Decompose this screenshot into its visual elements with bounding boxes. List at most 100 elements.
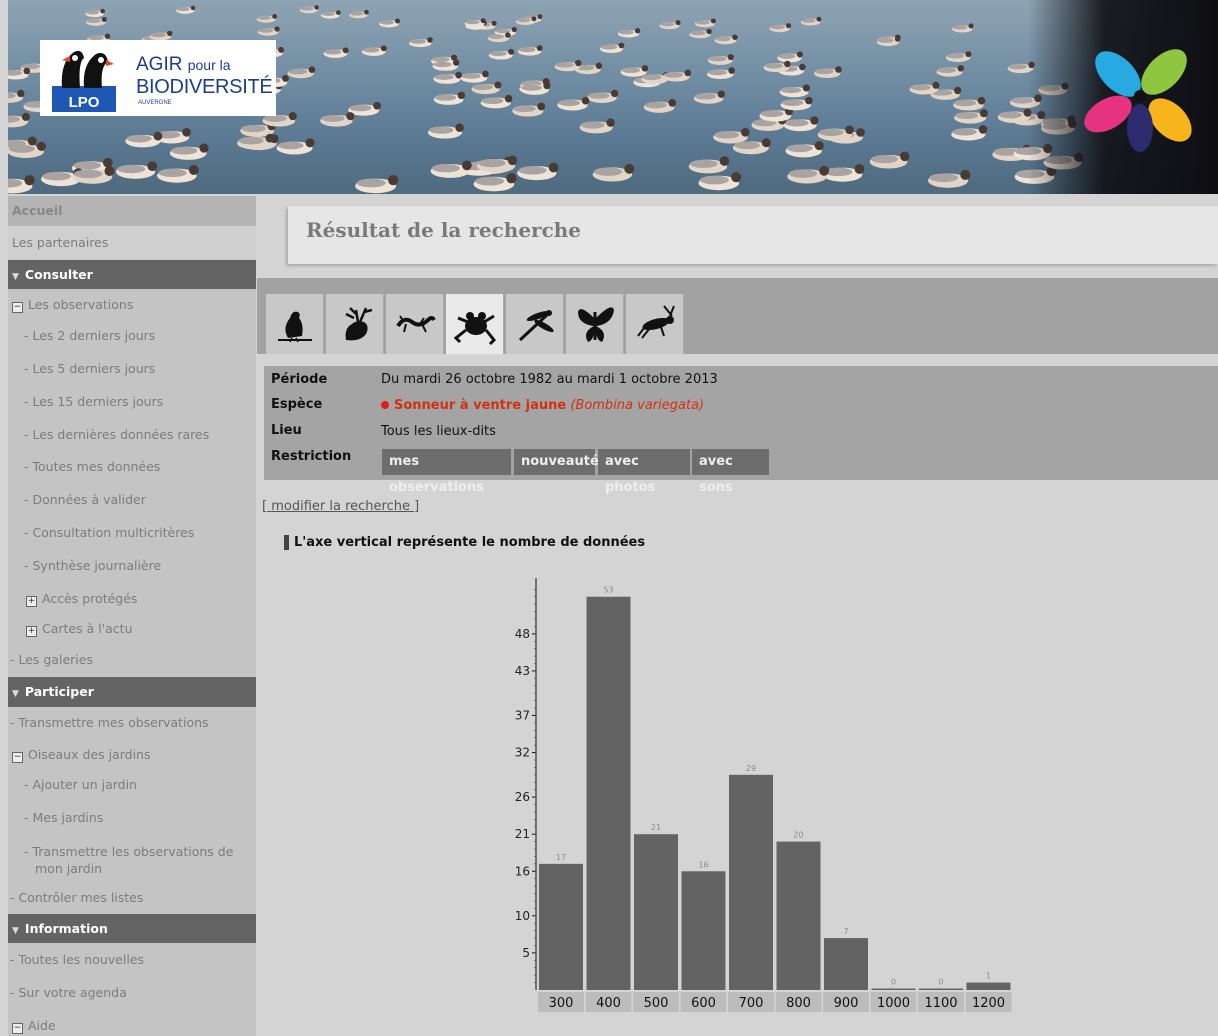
expand-plus-icon[interactable]: + [26,626,37,637]
collapse-minus-icon[interactable]: − [12,302,23,313]
data-label: 0 [938,978,943,987]
nav-transmettre-jardin[interactable]: - Transmettre les observations de mon jar… [8,843,256,879]
x-tick-label: 800 [786,996,811,1011]
espece-value[interactable]: Sonneur à ventre jaune (Bombina variegat… [381,398,704,413]
nav-observations-label: Les observations [28,297,134,312]
nav-15-jours[interactable]: - Les 15 derniers jours [8,394,256,412]
frog-icon [454,312,496,346]
y-tick-label: 5 [522,946,530,960]
tab-birds[interactable] [266,294,324,354]
bar [966,982,1011,990]
tab-butterflies[interactable] [566,294,624,354]
section-information[interactable]: ▼ Information [8,914,256,943]
modify-search-link[interactable]: [ modifier la recherche ] [262,499,419,514]
modify-search-label: modifier la recherche [271,499,410,514]
bar [539,863,583,990]
nav-agenda[interactable]: - Sur votre agenda [8,985,256,1003]
restriction-nouveaute[interactable]: nouveauté [514,449,599,475]
red-dot-icon [381,401,389,409]
nav-partenaires[interactable]: Les partenaires [8,226,256,259]
nav-transmettre-jardin-line1: - Transmettre les observations de [24,844,234,859]
restriction-avec-photos[interactable]: avec photos [598,449,690,495]
nav-mes-donnees[interactable]: - Toutes mes données [8,459,256,477]
nav-acces-proteges[interactable]: + Accès protégés [8,591,256,609]
nav-aide[interactable]: − Aide [8,1018,256,1036]
butterfly-icon [578,307,614,342]
restriction-avec-sons[interactable]: avec sons [692,449,769,495]
chart-heading: L'axe vertical représente le nombre de d… [284,535,645,550]
logo-agir-line: AGIR pour la [136,54,231,76]
triangle-down-icon: ▼ [12,272,19,282]
page-title: Résultat de la recherche [306,218,582,242]
logo-biodiversite: BIODIVERSITÉ [136,76,273,98]
y-tick-label: 48 [515,627,530,641]
nav-aide-label: Aide [28,1018,56,1033]
puffin-logo-icon: LPO [48,42,120,114]
nav-5-jours[interactable]: - Les 5 derniers jours [8,361,256,379]
dragonfly-icon [518,310,554,342]
nav-acces-proteges-label: Accès protégés [42,591,138,606]
site-logo[interactable]: LPO AGIR pour la BIODIVERSITÉ AUVERGNE [40,40,276,116]
nav-transmettre[interactable]: - Transmettre mes observations [8,715,256,733]
y-tick-label: 43 [515,664,530,678]
nav-2-jours[interactable]: - Les 2 derniers jours [8,328,256,346]
grasshopper-icon [637,305,675,339]
nav-accueil[interactable]: Accueil [8,196,256,226]
x-tick-label: 1000 [877,996,910,1011]
nav-multicriteres[interactable]: - Consultation multicritères [8,525,256,543]
collapse-minus-icon[interactable]: − [12,752,23,763]
nav-donnees-rares[interactable]: - Les dernières données rares [8,427,256,445]
bar [586,596,631,990]
tab-orthoptera[interactable] [626,294,684,354]
data-label: 7 [843,927,848,936]
expand-plus-icon[interactable]: + [26,596,37,607]
x-tick-label: 400 [596,996,621,1011]
x-tick-label: 300 [549,996,574,1011]
data-label: 29 [746,764,756,773]
header-banner: LPO AGIR pour la BIODIVERSITÉ AUVERGNE [8,0,1218,194]
bar [681,871,726,990]
tab-odonata[interactable] [506,294,564,354]
bar [634,834,678,990]
nav-oiseaux-jardins[interactable]: − Oiseaux des jardins [8,747,256,765]
restriction-label: Restriction [271,449,352,464]
section-consulter[interactable]: ▼ Consulter [8,260,256,289]
section-participer[interactable]: ▼ Participer [8,677,256,707]
logo-region: AUVERGNE [138,100,172,106]
lieu-value: Tous les lieux-dits [381,424,496,439]
tab-amphibians[interactable] [446,294,504,354]
data-label: 1 [986,972,991,981]
tab-mammals[interactable] [326,294,384,354]
y-tick-label: 21 [515,827,530,841]
species-name[interactable]: Sonneur à ventre jaune [394,398,566,413]
bar [729,774,773,990]
logo-agir: AGIR [136,54,183,75]
nav-ajouter-jardin[interactable]: - Ajouter un jardin [8,777,256,795]
nav-mes-jardins[interactable]: - Mes jardins [8,810,256,828]
y-tick-label: 10 [515,909,530,923]
species-latin: (Bombina variegata) [570,398,705,413]
biodiversity-flower-icon [1084,49,1192,152]
tab-reptiles[interactable] [386,294,444,354]
nav-cartes-actu-label: Cartes à l'actu [42,621,133,636]
nav-galeries[interactable]: - Les galeries [8,652,256,670]
nav-cartes-actu[interactable]: + Cartes à l'actu [8,621,256,639]
nav-transmettre-jardin-line2: mon jardin [35,861,103,876]
section-information-label: Information [24,921,108,936]
sidebar: Accueil Les partenaires ▼ Consulter − Les … [8,196,256,1036]
restriction-mes-observations[interactable]: mes observations [382,449,511,495]
collapse-minus-icon[interactable]: − [12,1023,23,1034]
periode-label: Période [271,372,328,387]
nav-controler-listes[interactable]: - Contrôler mes listes [8,890,256,908]
nav-oiseaux-jardins-label: Oiseaux des jardins [28,747,151,762]
lpo-mark-text: LPO [69,94,100,111]
nav-donnees-a-valider[interactable]: - Données à valider [8,492,256,510]
y-tick-label: 26 [515,790,530,804]
search-criteria: Période Du mardi 26 octobre 1982 au mard… [264,366,1218,495]
nav-synthese[interactable]: - Synthèse journalière [8,558,256,576]
nav-observations[interactable]: − Les observations [8,297,256,315]
nav-nouvelles[interactable]: - Toutes les nouvelles [8,952,256,970]
bracket-close: ] [409,499,420,514]
y-tick-label: 32 [515,746,530,760]
bar [919,988,963,990]
